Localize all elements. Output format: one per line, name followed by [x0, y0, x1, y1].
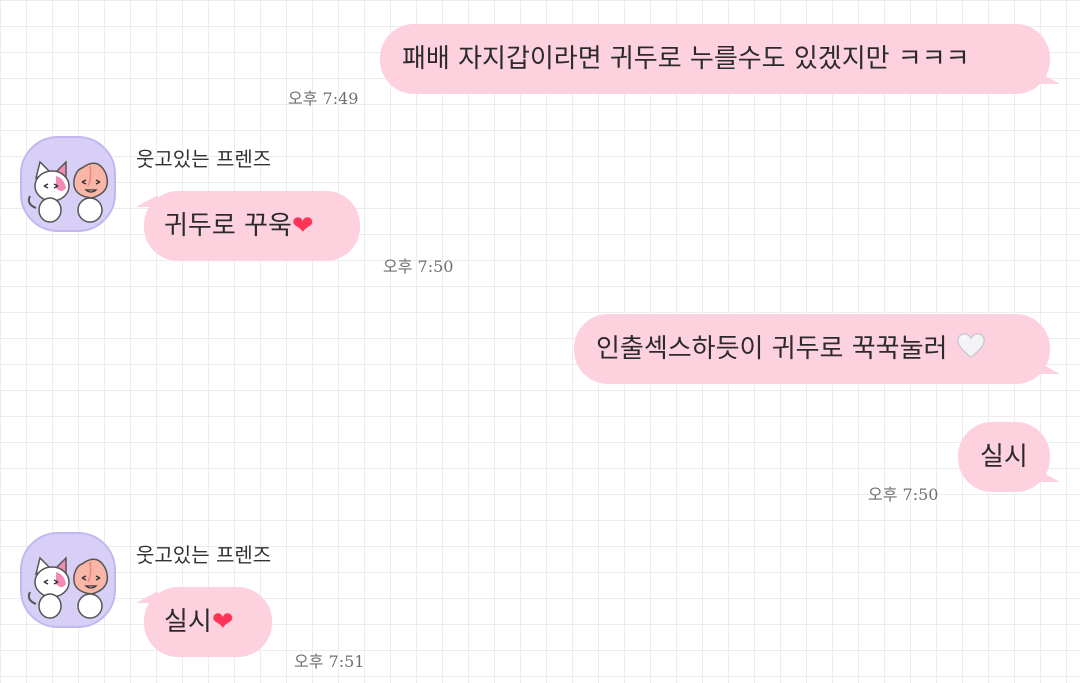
chat-log: 패배 자지갑이라면 귀두로 누를수도 있겠지만 ㅋㅋㅋ 오후 7:49 웃고있는… [0, 0, 1080, 683]
message-bubble-incoming[interactable]: 실시❤ [144, 587, 272, 657]
avatar[interactable] [20, 532, 116, 628]
red-heart-icon: ❤ [291, 211, 314, 241]
message-text: 패배 자지갑이라면 귀두로 누를수도 있겠지만 ㅋㅋㅋ [402, 44, 970, 74]
message-timestamp: 오후 7:51 [294, 652, 365, 671]
friends-character-icon [27, 556, 109, 619]
message-text: 실시 [980, 442, 1028, 472]
message-timestamp: 오후 7:50 [868, 485, 939, 504]
red-heart-icon: ❤ [211, 607, 234, 637]
message-bubble-outgoing[interactable]: 실시 [958, 422, 1050, 492]
bubble-tail [1038, 470, 1060, 482]
sender-name: 웃고있는 프렌즈 [136, 147, 272, 171]
white-heart-icon [956, 333, 985, 359]
message-bubble-outgoing[interactable]: 패배 자지갑이라면 귀두로 누를수도 있겠지만 ㅋㅋㅋ [380, 24, 1050, 94]
message-timestamp: 오후 7:50 [383, 257, 454, 276]
bubble-tail [1038, 362, 1060, 374]
avatar[interactable] [20, 136, 116, 232]
message-bubble-incoming[interactable]: 귀두로 꾸욱❤ [144, 191, 360, 261]
message-text: 실시 [164, 607, 212, 637]
message-timestamp: 오후 7:49 [288, 89, 359, 108]
bubble-tail [1038, 72, 1060, 84]
message-text: 인출섹스하듯이 귀두로 꾹꾹눌러 [596, 334, 948, 364]
message-text: 귀두로 꾸욱 [164, 211, 292, 241]
message-bubble-outgoing[interactable]: 인출섹스하듯이 귀두로 꾹꾹눌러 [574, 314, 1050, 384]
sender-name: 웃고있는 프렌즈 [136, 543, 272, 567]
friends-character-icon [27, 160, 109, 223]
